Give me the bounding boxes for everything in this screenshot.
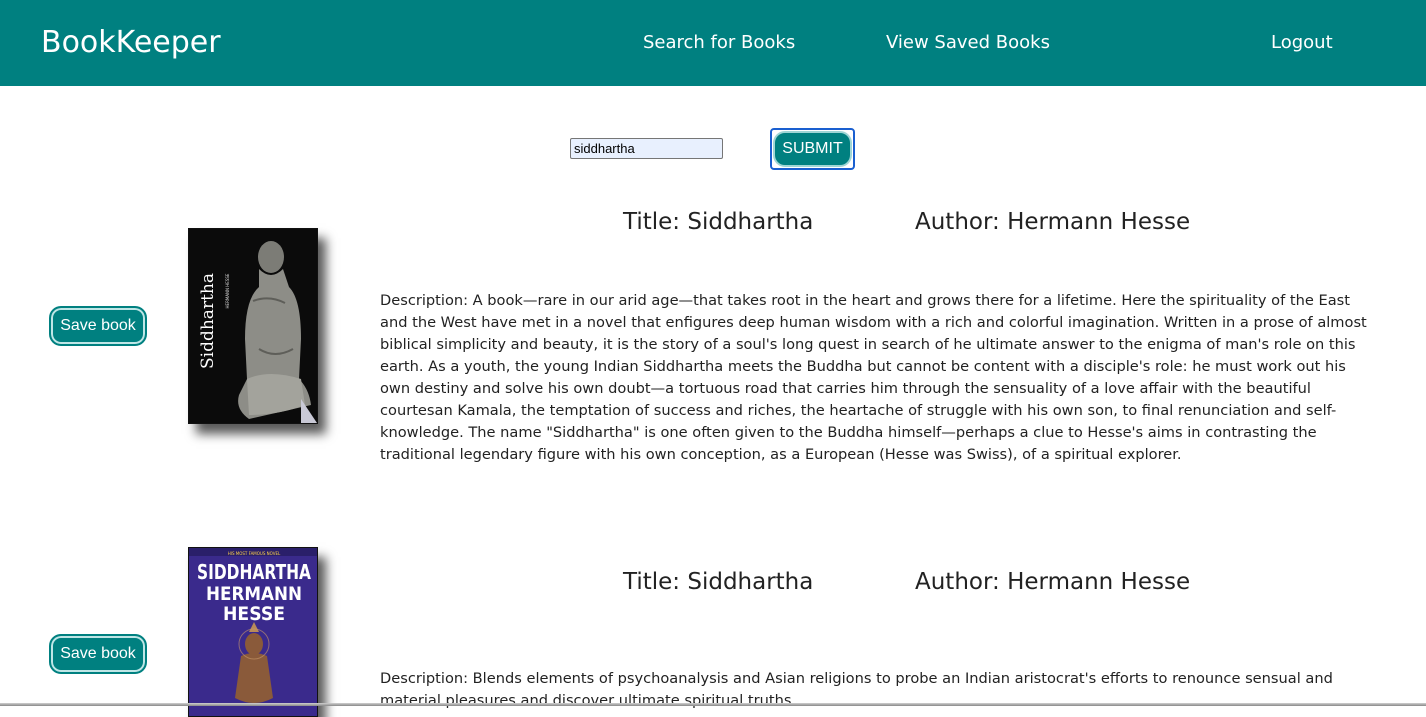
cover-title-vertical: Siddhartha bbox=[198, 273, 218, 369]
submit-button-label: SUBMIT bbox=[773, 131, 852, 167]
svg-text:HIS MOST FAMOUS NOVEL: HIS MOST FAMOUS NOVEL bbox=[228, 551, 281, 556]
book-title: Title: Siddhartha bbox=[623, 569, 814, 595]
svg-text:SIDDHARTHA: SIDDHARTHA bbox=[197, 560, 311, 584]
save-book-button[interactable]: Save book bbox=[49, 306, 147, 346]
submit-button[interactable]: SUBMIT bbox=[770, 128, 855, 170]
nav-search-for-books[interactable]: Search for Books bbox=[643, 31, 795, 55]
book-cover-image: Siddhartha HERMANN HESSE bbox=[188, 228, 318, 424]
search-input[interactable] bbox=[570, 138, 723, 159]
book-cover-siddhartha-purple: HIS MOST FAMOUS NOVEL SIDDHARTHA HERMANN… bbox=[189, 548, 317, 716]
book-cover-image: HIS MOST FAMOUS NOVEL SIDDHARTHA HERMANN… bbox=[188, 547, 318, 717]
svg-text:HERMANN: HERMANN bbox=[206, 583, 302, 605]
svg-text:Siddhartha: Siddhartha bbox=[198, 273, 218, 369]
navbar: BookKeeper Search for Books View Saved B… bbox=[0, 0, 1426, 86]
book-cover-siddhartha-buddha: Siddhartha HERMANN HESSE bbox=[189, 229, 317, 423]
svg-text:HERMANN HESSE: HERMANN HESSE bbox=[225, 273, 230, 308]
svg-text:HESSE: HESSE bbox=[223, 603, 285, 625]
brand-logo[interactable]: BookKeeper bbox=[41, 24, 221, 62]
nav-logout[interactable]: Logout bbox=[1271, 31, 1333, 55]
book-description: Description: A book—rare in our arid age… bbox=[380, 292, 1367, 463]
nav-view-saved-books[interactable]: View Saved Books bbox=[886, 31, 1050, 55]
book-author: Author: Hermann Hesse bbox=[915, 209, 1191, 235]
save-book-button[interactable]: Save book bbox=[49, 634, 147, 674]
book-title: Title: Siddhartha bbox=[623, 209, 814, 235]
book-author: Author: Hermann Hesse bbox=[915, 569, 1191, 595]
